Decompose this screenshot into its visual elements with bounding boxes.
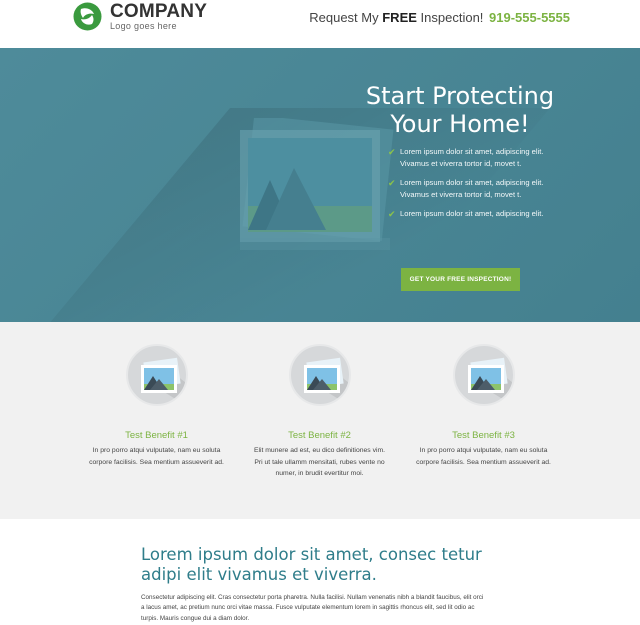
hero-title-line1: Start Protecting [365,82,555,110]
benefit-card: Test Benefit #1 In pro porro atqui vulpu… [84,344,229,468]
benefit-image-circle [288,344,351,406]
image-placeholder-icon [467,357,513,404]
benefit-image-circle [125,344,188,406]
benefit-card: Test Benefit #2 Elit munere ad est, eu d… [247,344,392,480]
benefit-card: Test Benefit #3 In pro porro atqui vulpu… [411,344,556,468]
benefit-image-circle [452,344,515,406]
check-icon: ✔ [388,147,396,157]
company-logo[interactable]: COMPANY Logo goes here [72,1,207,32]
logo-tagline: Logo goes here [110,21,177,31]
content-section: Lorem ipsum dolor sit amet, consec tetur… [0,519,640,625]
benefit-text: In pro porro atqui vulputate, nam eu sol… [89,447,224,466]
hero-section: Start Protecting Your Home! ✔ Lorem ipsu… [0,48,640,322]
section-heading: Lorem ipsum dolor sit amet, consec tetur… [141,545,482,584]
benefit-title: Test Benefit #2 [288,430,351,441]
benefit-title: Test Benefit #1 [125,430,188,441]
hero-bullet: ✔ Lorem ipsum dolor sit amet, adipiscing… [388,177,548,201]
site-header: COMPANY Logo goes here Request My FREE I… [0,0,640,48]
phone-number-link[interactable]: 919-555-5555 [489,10,570,25]
hero-title-line2: Your Home! [390,110,530,138]
image-placeholder-icon [140,357,186,404]
hero-bullet-text: Lorem ipsum dolor sit amet, adipiscing e… [400,147,544,168]
cta-free: FREE [382,10,417,25]
company-name: COMPANY [110,1,208,22]
get-free-inspection-button[interactable]: GET YOUR FREE INSPECTION! [401,268,520,291]
cta-prefix: Request My [309,10,379,25]
leaf-logo-icon [73,2,102,31]
benefits-section: Test Benefit #1 In pro porro atqui vulpu… [0,322,640,519]
hero-bullet: ✔ Lorem ipsum dolor sit amet, adipiscing… [388,208,548,220]
benefit-text: In pro porro atqui vulputate, nam eu sol… [416,447,551,466]
check-icon: ✔ [388,209,396,219]
check-icon: ✔ [388,178,396,188]
benefit-title: Test Benefit #3 [452,430,515,441]
hero-bullet-text: Lorem ipsum dolor sit amet, adipiscing e… [400,209,544,218]
hero-title: Start Protecting Your Home! [360,82,560,138]
image-placeholder-icon [240,118,394,250]
header-inspection-cta: Request My FREE Inspection! 919-555-5555 [309,10,570,25]
image-placeholder-icon [303,357,349,404]
hero-bullet: ✔ Lorem ipsum dolor sit amet, adipiscing… [388,146,548,170]
benefit-text: Elit munere ad est, eu dico definitiones… [253,447,386,477]
hero-bullet-list: ✔ Lorem ipsum dolor sit amet, adipiscing… [388,146,548,227]
cta-suffix: Inspection! [420,10,484,25]
section-body-text: Consectetur adipiscing elit. Cras consec… [141,594,484,622]
hero-bullet-text: Lorem ipsum dolor sit amet, adipiscing e… [400,178,544,199]
